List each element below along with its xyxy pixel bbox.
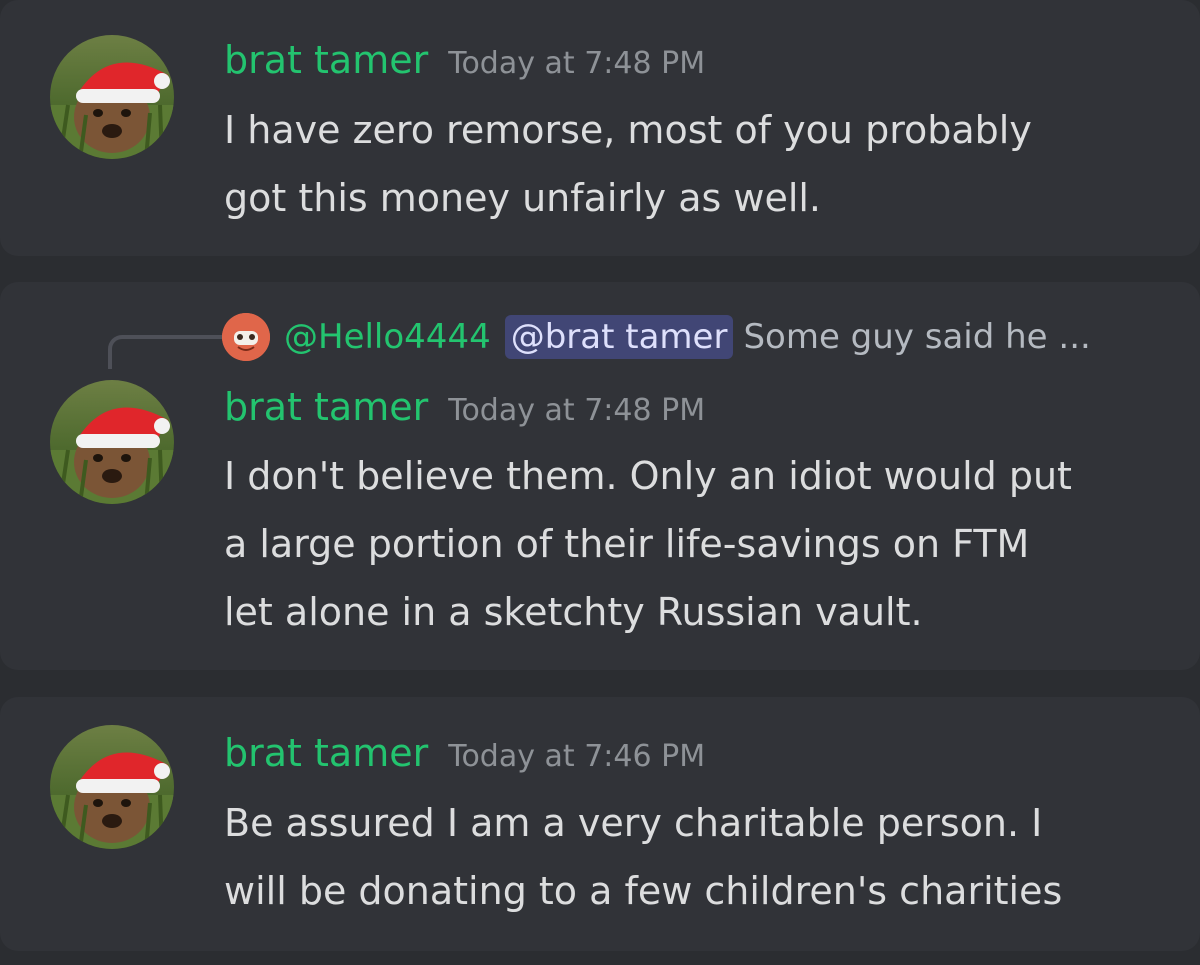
message-line: I don't believe them. Only an idiot woul…	[224, 454, 1072, 498]
author-name[interactable]: brat tamer	[224, 731, 428, 775]
message-line: got this money unfairly as well.	[224, 176, 822, 220]
reply-connector	[108, 335, 222, 369]
message-line: will be donating to a few children's cha…	[224, 869, 1063, 913]
message-line: let alone in a sketchty Russian vault.	[224, 590, 923, 634]
message-line: I have zero remorse, most of you probabl…	[224, 108, 1032, 152]
reply-text[interactable]: Some guy said he ...	[743, 317, 1090, 357]
message-content: I have zero remorse, most of you probabl…	[224, 96, 1160, 232]
message[interactable]: brat tamer Today at 7:48 PM I have zero r…	[0, 0, 1200, 256]
message-header: brat tamer Today at 7:46 PM	[224, 731, 705, 775]
message-header: brat tamer Today at 7:48 PM	[224, 385, 705, 429]
message[interactable]: brat tamer Today at 7:46 PM Be assured I …	[0, 697, 1200, 951]
message-header: brat tamer Today at 7:48 PM	[224, 38, 705, 82]
message-content: Be assured I am a very charitable person…	[224, 789, 1160, 925]
message-line: Be assured I am a very charitable person…	[224, 801, 1043, 845]
timestamp: Today at 7:48 PM	[448, 393, 706, 428]
message[interactable]: @Hello4444 @brat tamer Some guy said he …	[0, 282, 1200, 670]
orange-face-avatar-icon[interactable]	[222, 313, 270, 361]
author-name[interactable]: brat tamer	[224, 385, 428, 429]
bear-santa-hat-avatar-icon[interactable]	[50, 725, 174, 849]
message-content: I don't believe them. Only an idiot woul…	[224, 442, 1160, 646]
author-name[interactable]: brat tamer	[224, 38, 428, 82]
user-mention[interactable]: @brat tamer	[504, 315, 734, 359]
timestamp: Today at 7:46 PM	[448, 739, 706, 774]
reply-preview[interactable]: @Hello4444 @brat tamer Some guy said he …	[222, 310, 1091, 364]
bear-santa-hat-avatar-icon[interactable]	[50, 35, 174, 159]
bear-santa-hat-avatar-icon[interactable]	[50, 380, 174, 504]
message-line: a large portion of their life-savings on…	[224, 522, 1030, 566]
timestamp: Today at 7:48 PM	[448, 46, 706, 81]
reply-username[interactable]: @Hello4444	[284, 317, 491, 357]
chat-messages: brat tamer Today at 7:48 PM I have zero r…	[0, 0, 1200, 965]
